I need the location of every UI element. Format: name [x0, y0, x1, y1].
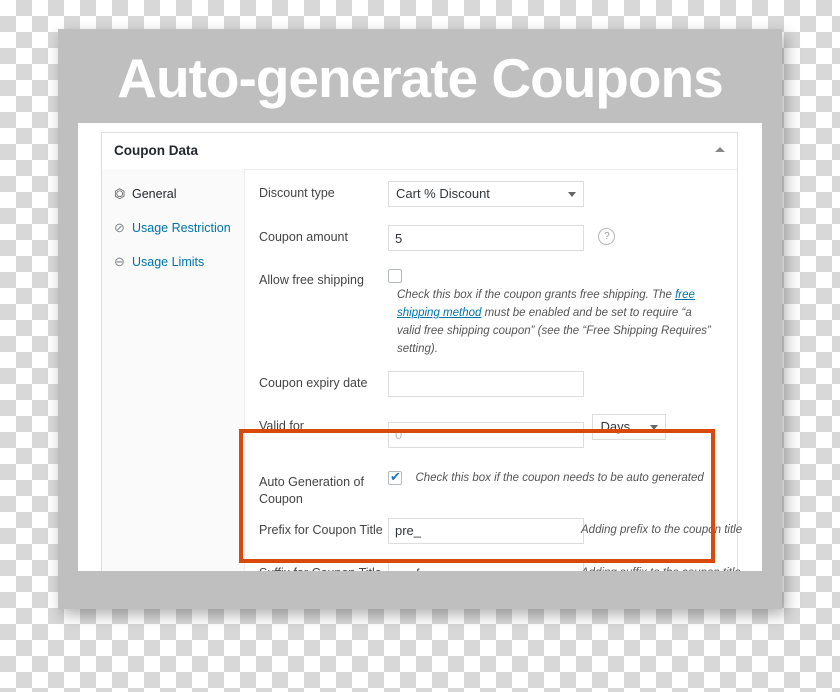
- tab-usage-restriction-label: Usage Restriction: [132, 221, 231, 235]
- coupon-amount-label: Coupon amount: [259, 230, 348, 244]
- chevron-up-icon[interactable]: [715, 147, 725, 152]
- chevron-down-icon: [650, 425, 659, 430]
- discount-type-label: Discount type: [259, 186, 335, 200]
- field-suffix: Suffix for Coupon Title Adding suffix to…: [245, 560, 741, 572]
- field-coupon-amount: Coupon amount ?: [245, 225, 737, 255]
- free-shipping-note-part1: Check this box if the coupon grants free…: [397, 289, 676, 301]
- suffix-note: Adding suffix to the coupon title: [581, 567, 741, 572]
- tab-usage-limits-label: Usage Limits: [132, 255, 205, 269]
- field-valid-for: Valid for Days: [245, 414, 737, 448]
- metabox-body: ⏣ General ⊘ Usage Restriction ⊖ Usage Li…: [102, 169, 742, 572]
- auto-generation-checkbox[interactable]: [388, 469, 402, 485]
- coupon-expiry-date-label: Coupon expiry date: [259, 376, 368, 390]
- field-auto-generation: Auto Generation of Coupon Check this box…: [245, 469, 737, 506]
- coupon-data-metabox: Coupon Data ⏣ General ⊘ Usage Restrictio…: [101, 132, 742, 572]
- promo-card: Auto-generate Coupons Coupon Data ⏣ Gene…: [58, 29, 782, 609]
- usage-limits-icon: ⊖: [114, 254, 125, 269]
- field-coupon-expiry-date: Coupon expiry date: [245, 371, 737, 401]
- allow-free-shipping-note: Check this box if the coupon grants free…: [397, 286, 717, 358]
- valid-for-unit-value: Days: [600, 419, 631, 434]
- chevron-down-icon: [568, 192, 576, 197]
- general-fields-panel: Discount type Cart % Discount Coupon amo…: [245, 169, 742, 572]
- help-icon[interactable]: ?: [598, 227, 616, 245]
- discount-type-value: Cart % Discount: [396, 186, 490, 201]
- valid-for-unit-select[interactable]: Days: [592, 414, 667, 440]
- coupon-expiry-date-input[interactable]: [388, 371, 584, 397]
- tab-usage-limits[interactable]: ⊖ Usage Limits: [102, 245, 244, 279]
- screenshot-panel: Coupon Data ⏣ General ⊘ Usage Restrictio…: [78, 123, 762, 571]
- prefix-label: Prefix for Coupon Title: [259, 522, 383, 537]
- suffix-input[interactable]: [388, 560, 584, 571]
- field-allow-free-shipping: Allow free shipping Check this box if th…: [245, 268, 737, 358]
- field-discount-type: Discount type Cart % Discount: [245, 181, 737, 212]
- auto-generation-note: Check this box if the coupon needs to be…: [415, 471, 704, 484]
- coupon-data-tabs: ⏣ General ⊘ Usage Restriction ⊖ Usage Li…: [102, 169, 245, 571]
- metabox-header: Coupon Data: [102, 133, 737, 170]
- coupon-amount-input[interactable]: [388, 225, 584, 251]
- suffix-label: Suffix for Coupon Title: [259, 565, 384, 572]
- field-prefix: Prefix for Coupon Title Adding prefix to…: [245, 517, 742, 548]
- discount-type-select[interactable]: Cart % Discount: [388, 181, 584, 207]
- allow-free-shipping-checkbox[interactable]: [388, 269, 402, 283]
- metabox-title: Coupon Data: [114, 143, 198, 158]
- page-title: Auto-generate Coupons: [117, 47, 723, 109]
- valid-for-input[interactable]: [388, 421, 584, 448]
- tab-general[interactable]: ⏣ General: [102, 177, 244, 211]
- general-icon: ⏣: [114, 186, 126, 201]
- usage-restriction-icon: ⊘: [114, 220, 125, 235]
- prefix-input[interactable]: [388, 517, 584, 544]
- tab-general-label: General: [132, 187, 177, 201]
- allow-free-shipping-label: Allow free shipping: [259, 273, 364, 287]
- tab-usage-restriction[interactable]: ⊘ Usage Restriction: [102, 211, 244, 245]
- prefix-note: Adding prefix to the coupon title: [581, 523, 743, 536]
- valid-for-label: Valid for: [259, 419, 304, 433]
- auto-generation-label: Auto Generation of Coupon: [259, 474, 364, 506]
